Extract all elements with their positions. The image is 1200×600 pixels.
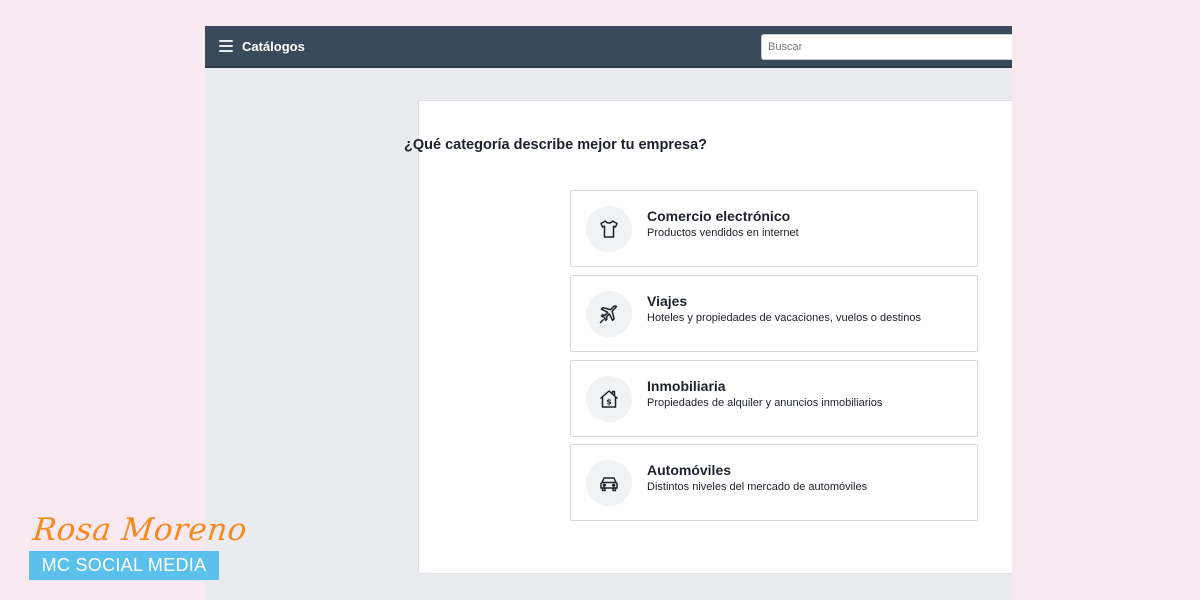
category-title: Comercio electrónico <box>647 208 791 224</box>
category-title: Automóviles <box>647 462 732 478</box>
category-option-automotive[interactable]: Automóviles Distintos niveles del mercad… <box>570 444 978 521</box>
icon-circle <box>586 291 632 337</box>
car-icon <box>600 477 618 492</box>
category-option-ecommerce[interactable]: Comercio electrónico Productos vendidos … <box>570 190 978 267</box>
category-description: Productos vendidos en internet <box>647 227 799 239</box>
airplane-icon <box>599 305 618 324</box>
category-description: Hoteles y propiedades de vacaciones, vue… <box>647 312 921 324</box>
category-description: Propiedades de alquiler y anuncios inmob… <box>647 397 883 409</box>
top-bar: Catálogos <box>205 26 1012 68</box>
category-option-real-estate[interactable]: $ Inmobiliaria Propiedades de alquiler y… <box>570 360 978 437</box>
category-question: ¿Qué categoría describe mejor tu empresa… <box>404 137 707 153</box>
category-title: Viajes <box>647 293 688 309</box>
icon-circle: $ <box>586 376 632 422</box>
page-title: Catálogos <box>242 39 305 54</box>
category-option-travel[interactable]: Viajes Hoteles y propiedades de vacacion… <box>570 275 978 352</box>
logo-name: Rosa Moreno <box>31 512 249 548</box>
category-title: Inmobiliaria <box>647 378 726 394</box>
app-window: Catálogos ¿Qué categoría describe mejor … <box>205 26 1012 600</box>
icon-circle <box>586 206 632 252</box>
tshirt-icon <box>600 220 618 238</box>
hamburger-menu-icon[interactable] <box>219 39 233 53</box>
category-description: Distintos niveles del mercado de automóv… <box>647 481 868 493</box>
icon-circle <box>586 460 632 506</box>
search-input[interactable] <box>761 34 1012 60</box>
house-dollar-icon: $ <box>600 390 618 408</box>
logo-tagline: MC SOCIAL MEDIA <box>29 551 219 580</box>
svg-text:$: $ <box>606 398 612 407</box>
